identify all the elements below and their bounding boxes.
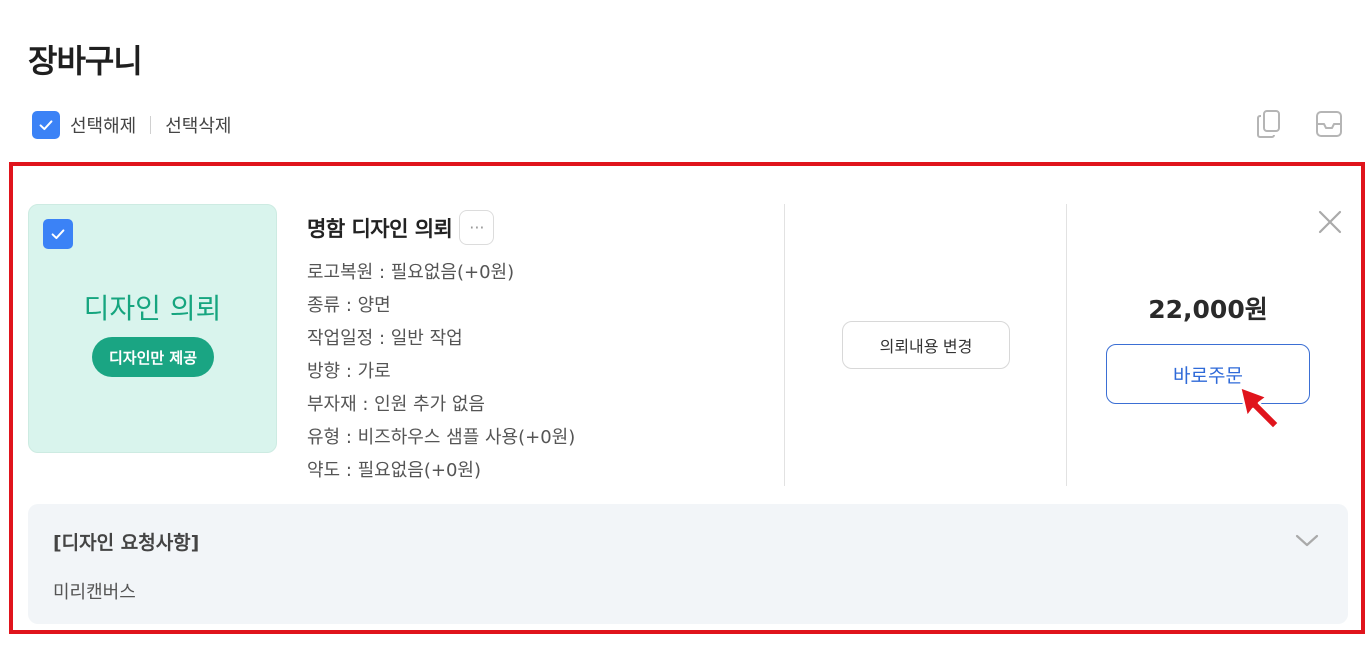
- item-price: 22,000원: [1148, 295, 1268, 324]
- close-icon[interactable]: [1316, 208, 1344, 236]
- page-title: 장바구니: [28, 42, 143, 80]
- option-item: 로고복원 : 필요없음(+0원): [307, 262, 515, 283]
- product-title: 명함 디자인 의뢰: [307, 216, 453, 241]
- top-actions: [1254, 108, 1344, 140]
- design-request-panel: [디자인 요청사항] 미리캔버스: [28, 504, 1348, 624]
- option-item: 유형 : 비즈하우스 샘플 사용(+0원): [307, 427, 576, 448]
- copy-button[interactable]: [1254, 108, 1284, 140]
- check-icon: [51, 229, 65, 240]
- toolbar-divider: [150, 116, 152, 134]
- option-item: 방향 : 가로: [307, 361, 391, 382]
- column-divider: [784, 204, 785, 486]
- select-all-checkbox[interactable]: [32, 111, 60, 139]
- inbox-icon: [1316, 111, 1342, 137]
- request-title: [디자인 요청사항]: [53, 532, 200, 554]
- deselect-button[interactable]: 선택해제: [70, 112, 136, 138]
- copy-icon: [1257, 110, 1280, 138]
- more-options-button[interactable]: ···: [459, 210, 495, 245]
- check-icon: [39, 120, 53, 131]
- delete-selected-button[interactable]: 선택삭제: [165, 112, 231, 138]
- column-divider: [1066, 204, 1067, 486]
- change-request-button[interactable]: 의뢰내용 변경: [842, 321, 1010, 369]
- option-item: 종류 : 양면: [307, 295, 391, 316]
- thumbnail-badge: 디자인만 제공: [92, 337, 214, 377]
- selection-toolbar: 선택해제 선택삭제: [32, 110, 232, 140]
- inbox-button[interactable]: [1314, 108, 1344, 140]
- product-thumbnail: 디자인 의뢰 디자인만 제공: [28, 204, 277, 453]
- product-options: 로고복원 : 필요없음(+0원) 종류 : 양면 작업일정 : 일반 작업 방향…: [307, 256, 575, 487]
- thumbnail-title: 디자인 의뢰: [83, 292, 222, 325]
- request-text: 미리캔버스: [53, 582, 136, 603]
- pointer-arrow-icon: [1238, 385, 1281, 431]
- option-item: 작업일정 : 일반 작업: [307, 328, 463, 349]
- product-title-row: 명함 디자인 의뢰 ···: [307, 210, 495, 245]
- item-checkbox[interactable]: [43, 219, 73, 249]
- option-item: 약도 : 필요없음(+0원): [307, 460, 482, 481]
- option-item: 부자재 : 인원 추가 없음: [307, 394, 485, 415]
- chevron-down-icon[interactable]: [1294, 530, 1320, 550]
